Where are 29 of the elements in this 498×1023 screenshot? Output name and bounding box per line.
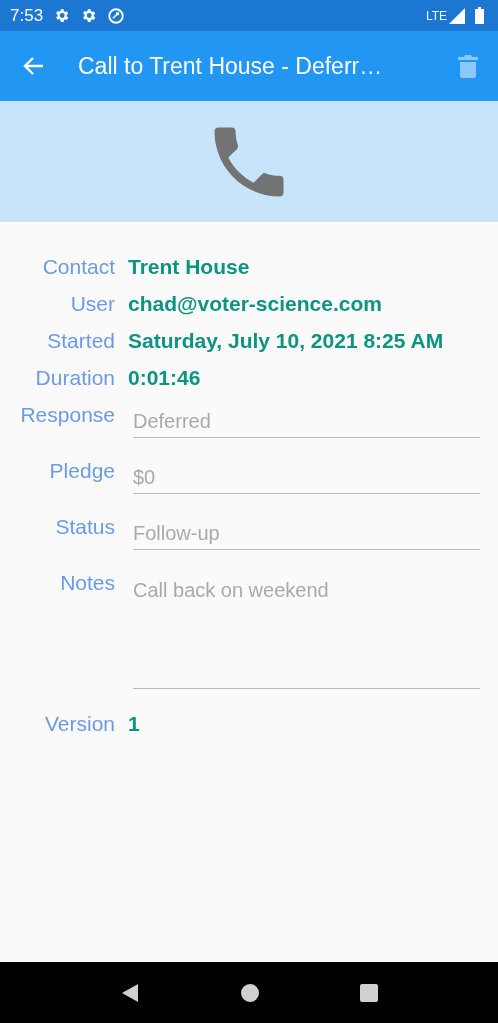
notes-field[interactable]: Call back on weekend — [133, 576, 480, 689]
field-value: chad@voter-science.com — [128, 291, 383, 317]
battery-icon — [475, 7, 484, 24]
field-label: Contact — [41, 254, 115, 280]
back-nav-icon[interactable] — [120, 982, 140, 1003]
field-value: Saturday, July 10, 2021 8:25 AM — [128, 328, 445, 354]
field-label: Status — [54, 514, 115, 540]
recents-nav-icon[interactable] — [360, 983, 378, 1002]
field-label: Pledge — [48, 458, 115, 484]
field-value: 1 — [128, 711, 141, 737]
input-field[interactable]: Deferred — [133, 408, 480, 438]
clock: 7:53 — [10, 5, 44, 26]
back-icon[interactable] — [22, 56, 44, 76]
field-label: Notes — [59, 570, 115, 596]
home-nav-icon[interactable] — [240, 982, 260, 1003]
network-type: LTE — [425, 8, 447, 23]
input-field[interactable]: Follow-up — [133, 520, 480, 550]
gear-icon — [80, 7, 98, 24]
field-label: Duration — [34, 365, 115, 391]
field-label: Version — [43, 711, 115, 737]
input-field[interactable]: $0 — [133, 464, 480, 494]
page-title: Call to Trent House - Deferr… — [78, 52, 384, 80]
field-label: User — [69, 291, 115, 317]
field-value: 0:01:46 — [128, 365, 202, 391]
field-value: Trent House — [128, 254, 251, 280]
signal-icon — [449, 7, 465, 24]
gear-icon — [53, 7, 71, 24]
field-label: Response — [19, 402, 115, 428]
field-label: Started — [46, 328, 115, 354]
